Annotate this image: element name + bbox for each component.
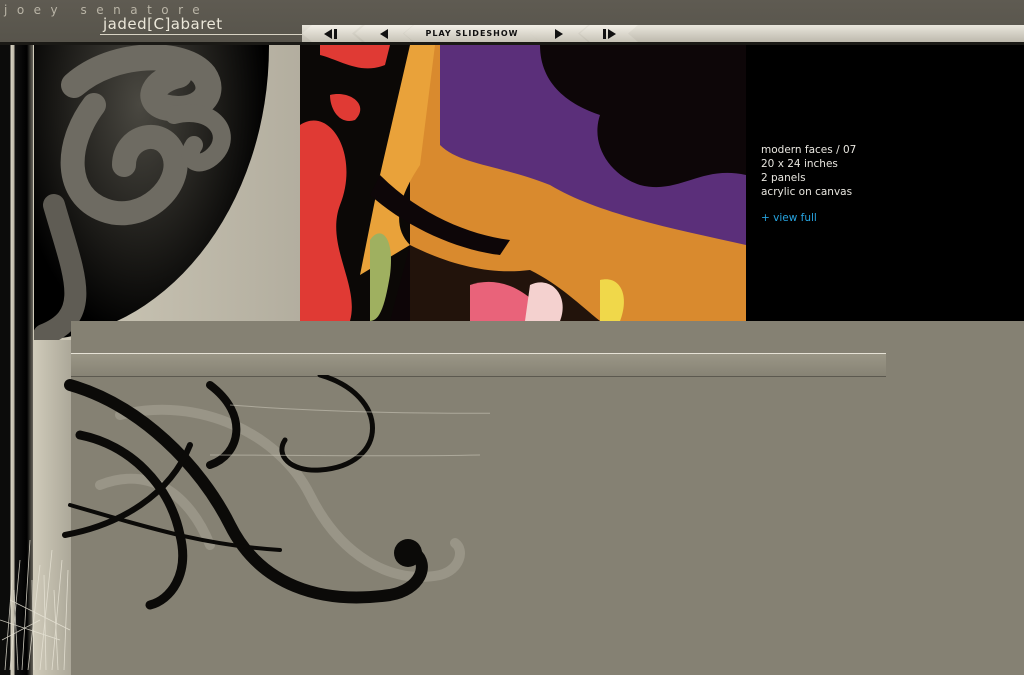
- logo-underline: [100, 34, 303, 35]
- artwork-dimensions: 20 x 24 inches: [761, 158, 838, 170]
- flourish-swirl-decoration: [62, 375, 490, 610]
- artwork-details: modern faces / 07 20 x 24 inches 2 panel…: [761, 143, 856, 199]
- artwork-info-panel: modern faces / 07 20 x 24 inches 2 panel…: [746, 45, 1024, 321]
- site-logo-text[interactable]: jaded[C]abaret: [103, 15, 223, 33]
- skip-to-first-icon: [323, 29, 341, 39]
- artwork-title: modern faces / 07: [761, 144, 857, 156]
- play-slideshow-button[interactable]: PLAY SLIDESHOW: [404, 25, 540, 42]
- artwork-panels: 2 panels: [761, 172, 806, 184]
- previous-icon: [378, 29, 390, 39]
- artwork-image[interactable]: [300, 45, 746, 321]
- next-icon: [553, 29, 565, 39]
- painting-modern-faces: [300, 45, 746, 321]
- play-slideshow-label: PLAY SLIDESHOW: [425, 29, 519, 38]
- monogram-logo-icon: [34, 45, 231, 340]
- view-full-link[interactable]: + view full: [761, 212, 817, 224]
- artwork-medium: acrylic on canvas: [761, 186, 853, 198]
- skip-to-last-icon: [600, 29, 618, 39]
